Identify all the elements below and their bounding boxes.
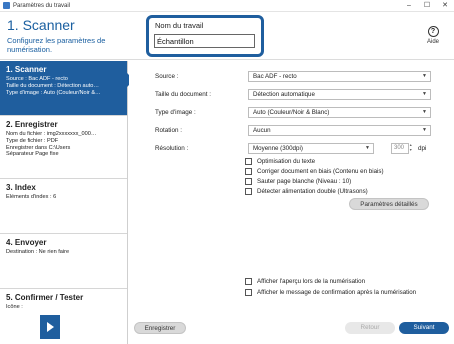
step-title: 3. Index [6,183,36,192]
doc-size-select[interactable]: Détection automatique ▼ [248,89,431,100]
check-confirm-message[interactable]: Afficher le message de confirmation aprè… [245,289,416,296]
doc-size-label: Taille du document : [155,91,212,98]
step-save[interactable]: 2. Enregistrer Nom du fichier : img2xxxx… [0,116,127,179]
source-select[interactable]: Bac ADF - recto ▼ [248,71,431,82]
source-label: Source : [155,73,179,80]
checkbox-label: Corriger document en biais (Contenu en b… [257,168,384,175]
check-preview[interactable]: Afficher l'aperçu lors de la numérisatio… [245,278,365,285]
image-type-select[interactable]: Auto (Couleur/Noir & Blanc) ▼ [248,107,431,118]
checkbox[interactable] [245,188,252,195]
rotation-select[interactable]: Aucun ▼ [248,125,431,136]
checkbox-label: Détecter alimentation double (Ultrasons) [257,188,368,195]
scanner-settings-panel: Source : Bac ADF - recto ▼ Taille du doc… [129,61,454,344]
step-title: 1. Scanner [6,65,47,74]
checkbox-label: Sauter page blanche (Niveau : 10) [257,178,352,185]
step-detail: Éléments d'index : 6 [6,194,57,200]
checkbox[interactable] [245,278,252,285]
rotation-value: Aucun [253,127,271,134]
dpi-unit: dpi [418,145,427,152]
step-scanner[interactable]: 1. Scanner Source : Bac ADF - recto Tail… [0,61,134,116]
job-name-label: Nom du travail [155,21,204,30]
back-button[interactable]: Retour [345,322,395,334]
chevron-down-icon: ▼ [422,73,427,79]
title-bar: Paramètres du travail – ☐ ✕ [0,0,454,12]
step-index[interactable]: 3. Index Éléments d'index : 6 [0,179,127,234]
resolution-select[interactable]: Moyenne (300dpi) ▼ [248,143,374,154]
app-icon [3,2,10,9]
step-detail: Type de fichier : PDF [6,137,59,144]
source-value: Bac ADF - recto [253,73,297,80]
step-title: 2. Enregistrer [6,120,58,129]
step-title: 4. Envoyer [6,238,47,247]
step-title: 5. Confirmer / Tester [6,293,84,302]
step-detail: Nom du fichier : img2xxxxxxx_000… [6,131,97,137]
save-button[interactable]: Enregistrer [134,322,186,334]
help-icon: ? [427,26,439,37]
chevron-down-icon: ▼ [422,109,427,115]
checkbox-label: Afficher l'aperçu lors de la numérisatio… [257,278,366,285]
checkbox[interactable] [245,168,252,175]
check-double-feed[interactable]: Détecter alimentation double (Ultrasons) [245,188,368,195]
page-title: 1. Scanner [7,17,75,33]
step-detail: Type d'image : Auto (Couleur/Noir &… [6,89,101,96]
job-name-input[interactable] [154,34,255,48]
chevron-down-icon: ▼ [422,91,427,97]
step-detail: Source : Bac ADF - recto [6,76,68,82]
checkbox-label: Afficher le message de confirmation aprè… [257,289,417,296]
step-detail: Enregistrer dans C:\Users [6,144,71,151]
job-name-box: Nom du travail [146,15,264,57]
doc-size-value: Détection automatique [253,91,315,98]
resolution-label: Résolution : [155,145,189,152]
checkbox[interactable] [245,289,252,296]
close-icon[interactable]: ✕ [436,0,454,12]
chevron-down-icon: ▼ [365,145,370,151]
step-detail: Séparateur Page fixe [6,151,59,158]
maximize-icon[interactable]: ☐ [418,0,436,12]
step-detail: Icône : [6,304,23,310]
job-icon [40,314,60,339]
step-detail: Taille du document : Détection auto… [6,82,99,89]
check-deskew[interactable]: Corriger document en biais (Contenu en b… [245,168,384,175]
step-detail: Destination : Ne rien faire [6,249,70,255]
rotation-label: Rotation : [155,127,182,134]
check-text-optimization[interactable]: Optimisation du texte [245,158,315,165]
window-title: Paramètres du travail [13,2,71,9]
checkbox[interactable] [245,178,252,185]
dpi-stepper[interactable]: ▲ ▼ [409,143,414,154]
image-type-value: Auto (Couleur/Noir & Blanc) [253,109,330,116]
step-confirm[interactable]: 5. Confirmer / Tester Icône : [0,289,127,344]
header: 1. Scanner Configurez les paramètres de … [0,12,454,60]
chevron-down-icon: ▼ [422,127,427,133]
dpi-input[interactable]: 300 [391,143,409,154]
check-skip-blank[interactable]: Sauter page blanche (Niveau : 10) [245,178,351,185]
advanced-settings-button[interactable]: Paramètres détaillés [349,198,429,210]
image-type-label: Type d'image : [155,109,196,116]
checkbox[interactable] [245,158,252,165]
help-label: Aide [426,39,439,45]
next-button[interactable]: Suivant [399,322,449,334]
step-send[interactable]: 4. Envoyer Destination : Ne rien faire [0,234,127,289]
help-button[interactable]: ? Aide [422,26,444,45]
minimize-icon[interactable]: – [400,0,418,12]
steps-sidebar: 1. Scanner Source : Bac ADF - recto Tail… [0,61,134,344]
resolution-value: Moyenne (300dpi) [253,145,303,152]
checkbox-label: Optimisation du texte [257,158,316,165]
page-subtitle: Configurez les paramètres de numérisatio… [7,36,106,54]
